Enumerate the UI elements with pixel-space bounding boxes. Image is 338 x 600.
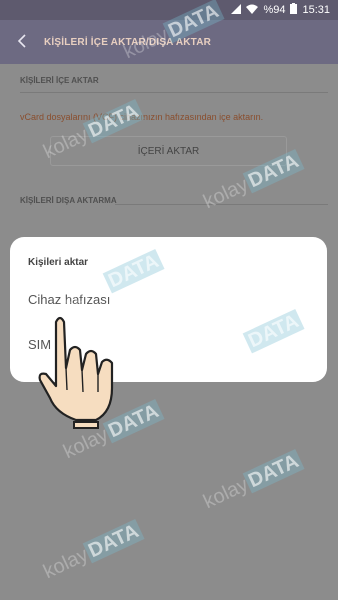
wifi-icon — [246, 4, 259, 17]
battery-icon — [290, 3, 298, 17]
status-bar: %94 15:31 — [0, 0, 338, 20]
option-device-storage[interactable]: Cihaz hafızası — [28, 292, 110, 307]
import-button[interactable]: İÇERİ AKTAR — [50, 136, 287, 166]
clock: 15:31 — [302, 4, 330, 16]
pointing-hand-icon — [30, 310, 130, 430]
divider — [115, 204, 328, 205]
import-description: vCard dosyalarını (VCF) cihazınızın hafı… — [20, 112, 264, 122]
battery-percent: %94 — [263, 4, 286, 16]
dialog-title: Kişileri aktar — [28, 257, 89, 268]
export-section-header: KİŞİLERİ DIŞA AKTARMA — [20, 196, 117, 205]
back-button[interactable] — [0, 32, 44, 53]
signal-icon — [231, 3, 242, 17]
page-title: KİŞİLERİ İÇE AKTAR/DIŞA AKTAR — [44, 36, 212, 48]
import-section-header: KİŞİLERİ İÇE AKTAR — [20, 76, 99, 85]
divider — [20, 92, 328, 93]
app-bar: KİŞİLERİ İÇE AKTAR/DIŞA AKTAR — [0, 20, 338, 64]
back-arrow-icon — [17, 32, 27, 52]
